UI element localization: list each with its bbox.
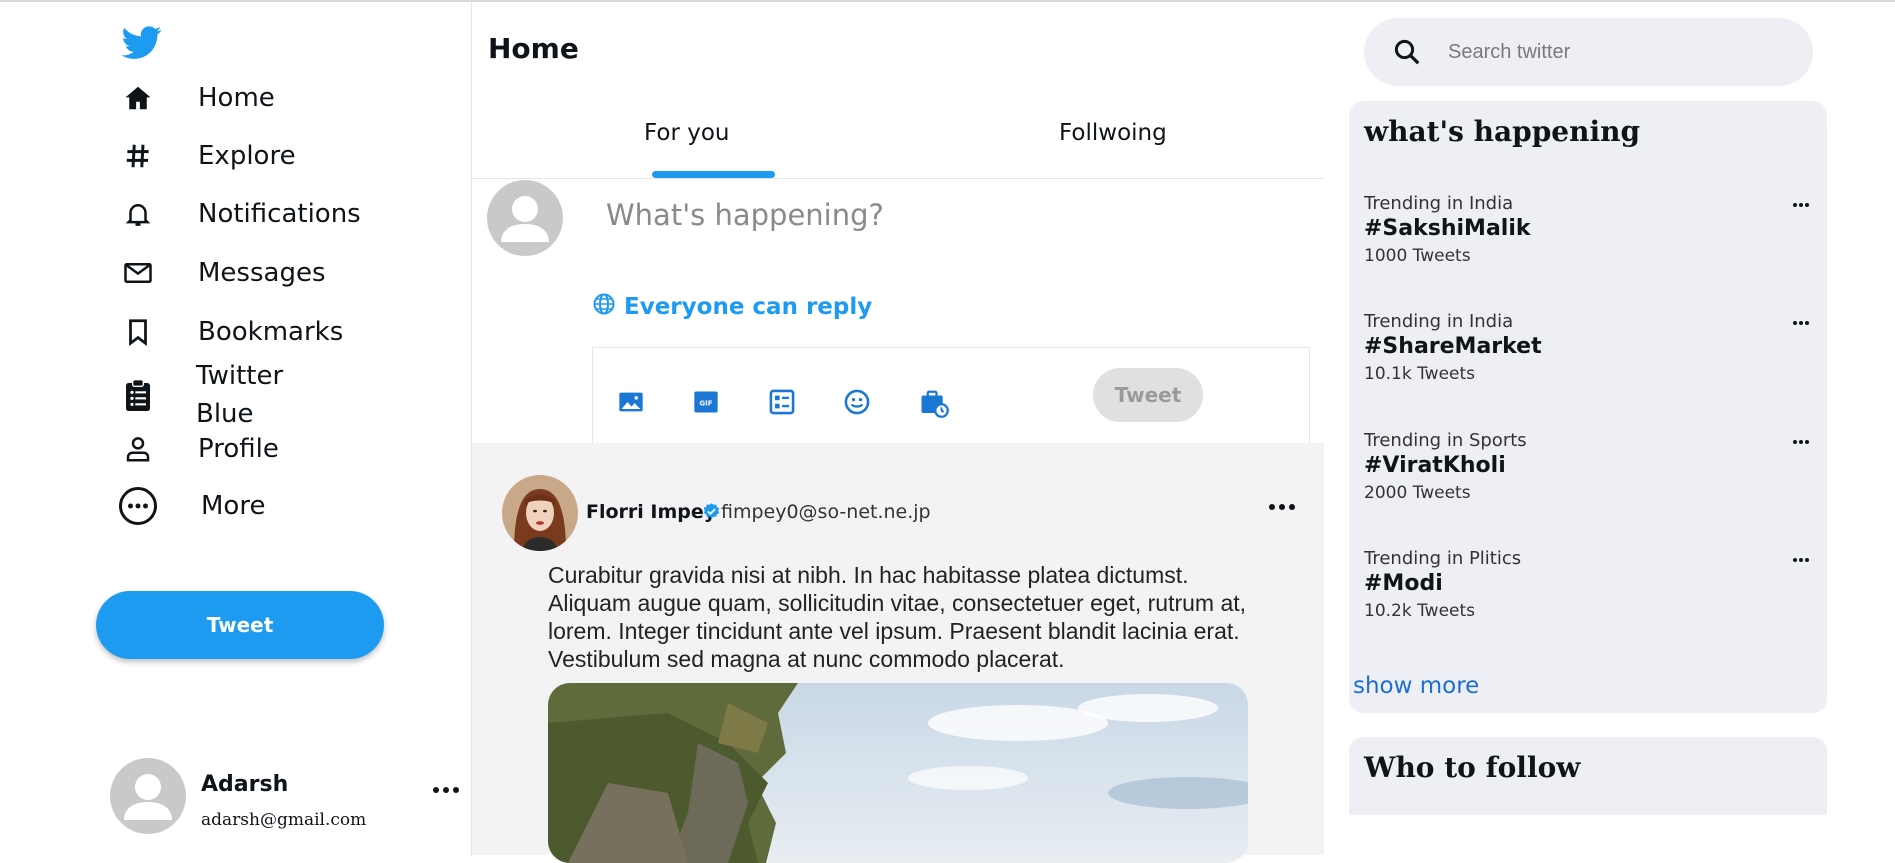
trend-count: 1000 Tweets	[1364, 246, 1471, 266]
nav-label: More	[201, 491, 266, 521]
trend-more-icon[interactable]	[1792, 550, 1810, 568]
person-icon	[120, 431, 156, 467]
trend-more-icon[interactable]	[1792, 195, 1810, 213]
post-author-name[interactable]: Florri Impey	[586, 501, 716, 523]
nav-label: Bookmarks	[198, 317, 344, 347]
schedule-icon[interactable]	[919, 388, 949, 418]
nav-explore[interactable]: Explore	[120, 137, 296, 175]
hashtag-icon	[120, 138, 156, 174]
trend-item[interactable]: Trending in India #ShareMarket 10.1k Twe…	[1364, 311, 1814, 387]
trend-tag: #ViratKholi	[1364, 453, 1506, 478]
trend-tag: #ShareMarket	[1364, 334, 1542, 359]
trend-count: 10.2k Tweets	[1364, 601, 1476, 621]
divider	[472, 178, 1324, 179]
nav-more[interactable]: More	[118, 486, 265, 526]
emoji-icon[interactable]	[843, 388, 873, 418]
compose-toolbar: GIF Tweet	[592, 347, 1310, 445]
bookmark-icon	[120, 314, 156, 350]
post-image[interactable]	[548, 683, 1248, 863]
nav-messages[interactable]: Messages	[120, 254, 326, 292]
account-switcher[interactable]: Adarsh adarsh@gmail.com	[110, 758, 470, 838]
compose-input[interactable]	[604, 192, 1258, 238]
nav-label: Explore	[198, 141, 296, 171]
avatar	[110, 758, 186, 834]
tab-following[interactable]: Follwoing	[1059, 120, 1167, 146]
nav-twitter-blue[interactable]: Twitter Blue	[120, 357, 316, 433]
nav-label: Messages	[198, 258, 326, 288]
more-dots-icon[interactable]	[432, 782, 460, 800]
reply-setting-label: Everyone can reply	[624, 294, 873, 320]
nav-bookmarks[interactable]: Bookmarks	[120, 313, 343, 351]
trend-more-icon[interactable]	[1792, 313, 1810, 331]
twitter-bird-icon[interactable]	[121, 22, 162, 62]
search-input[interactable]	[1446, 39, 1790, 65]
trends-panel: what's happening Trending in India #Saks…	[1349, 101, 1827, 713]
search-icon	[1392, 37, 1422, 67]
post-author-handle[interactable]: fimpey0@so-net.ne.jp	[721, 501, 931, 523]
active-tab-indicator	[652, 171, 775, 178]
trend-count: 10.1k Tweets	[1364, 364, 1476, 384]
trends-title: what's happening	[1364, 115, 1641, 148]
trend-category: Trending in Sports	[1364, 430, 1527, 451]
account-name: Adarsh	[201, 772, 289, 797]
trend-tag: #Modi	[1364, 571, 1443, 596]
trend-count: 2000 Tweets	[1364, 483, 1471, 503]
nav-label: Profile	[198, 434, 279, 464]
trend-item[interactable]: Trending in India #SakshiMalik 1000 Twee…	[1364, 193, 1814, 269]
post-avatar[interactable]	[502, 475, 578, 551]
more-circle-icon	[118, 486, 158, 526]
trend-more-icon[interactable]	[1792, 432, 1810, 450]
image-icon[interactable]	[617, 388, 647, 418]
nav-home[interactable]: Home	[120, 79, 275, 117]
clipboard-icon	[120, 377, 156, 413]
trend-category: Trending in India	[1364, 193, 1514, 214]
trend-item[interactable]: Trending in Sports #ViratKholi 2000 Twee…	[1364, 430, 1814, 506]
nav-notifications[interactable]: Notifications	[120, 195, 361, 233]
svg-text:GIF: GIF	[699, 400, 712, 408]
trend-category: Trending in India	[1364, 311, 1514, 332]
verified-badge-icon	[702, 502, 721, 526]
mail-icon	[120, 255, 156, 291]
nav-label: Notifications	[198, 199, 361, 229]
account-email: adarsh@gmail.com	[201, 810, 367, 830]
trend-category: Trending in Plitics	[1364, 548, 1522, 569]
who-to-follow-title: Who to follow	[1364, 751, 1581, 784]
main-column: Home For you Follwoing Everyone can repl…	[472, 2, 1324, 863]
search-bar[interactable]	[1364, 18, 1813, 86]
nav-label: Twitter Blue	[196, 361, 284, 429]
reply-setting[interactable]: Everyone can reply	[592, 292, 872, 322]
bell-icon	[120, 196, 156, 232]
post-more-icon[interactable]	[1268, 499, 1296, 517]
compose-tweet-button[interactable]: Tweet	[1093, 368, 1203, 422]
gif-icon[interactable]: GIF	[692, 388, 722, 418]
trend-item[interactable]: Trending in Plitics #Modi 10.2k Tweets	[1364, 548, 1814, 624]
nav-label: Home	[198, 83, 275, 113]
home-icon	[120, 80, 156, 116]
poll-icon[interactable]	[768, 388, 798, 418]
tab-for-you[interactable]: For you	[644, 120, 730, 146]
compose-avatar	[487, 180, 563, 256]
who-to-follow-panel: Who to follow	[1349, 737, 1827, 815]
show-more-link[interactable]: show more	[1353, 673, 1479, 699]
page-title: Home	[488, 32, 579, 65]
left-sidebar: Home Explore Notifications Messages Book…	[0, 2, 472, 855]
tweet-button[interactable]: Tweet	[96, 591, 384, 659]
globe-icon	[592, 292, 616, 322]
trend-tag: #SakshiMalik	[1364, 216, 1531, 241]
tweet-feed: Florri Impey fimpey0@so-net.ne.jp Curabi…	[472, 443, 1324, 863]
post-text: Curabitur gravida nisi at nibh. In hac h…	[548, 562, 1247, 672]
nav-profile[interactable]: Profile	[120, 430, 279, 468]
